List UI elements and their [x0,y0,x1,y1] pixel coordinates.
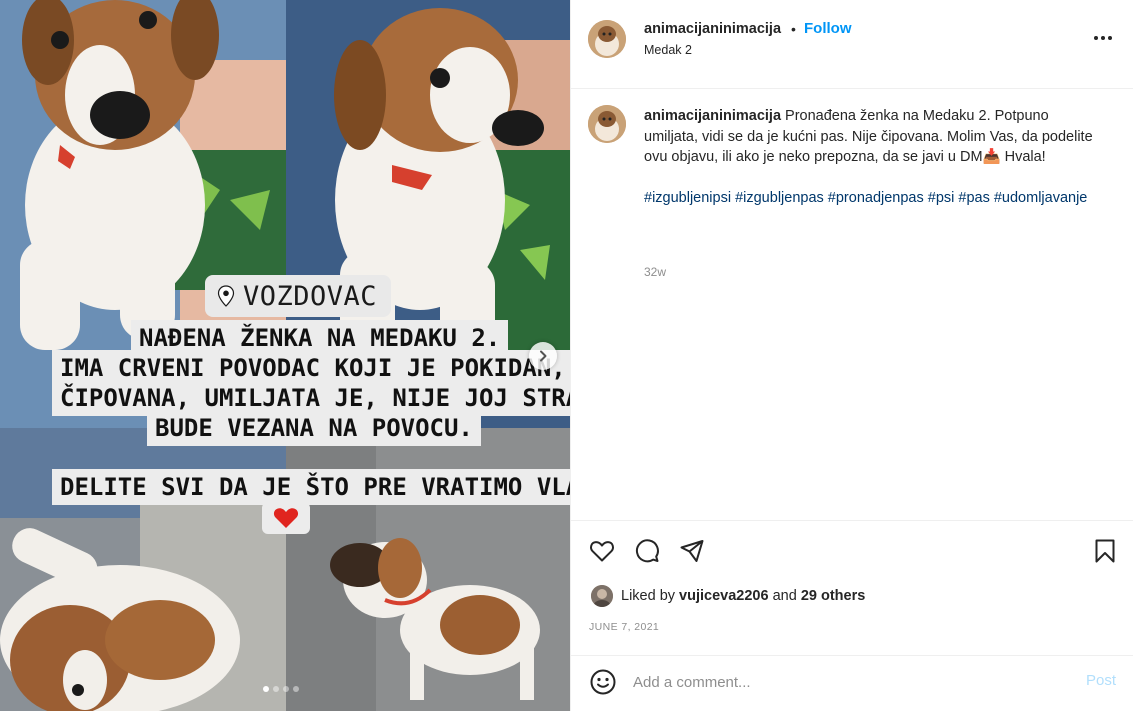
red-heart-icon [273,508,299,528]
post-location[interactable]: Medak 2 [644,43,692,57]
post-date: JUNE 7, 2021 [589,621,660,633]
liker-avatar[interactable] [591,585,613,607]
liker-username[interactable]: vujiceva2206 [679,588,769,604]
actions-area: Liked by vujiceva2206 and 29 others JUNE… [571,520,1133,655]
carousel-dot [263,686,269,692]
author-avatar-image [588,20,626,58]
likes-summary[interactable]: Liked by vujiceva2206 and 29 others [591,585,865,607]
caption-avatar-image [588,105,626,143]
header-separator: • [791,21,796,37]
heart-outline-icon[interactable] [589,538,615,564]
likes-conjunction: and [772,588,797,604]
bookmark-icon[interactable] [1092,538,1118,564]
map-pin-icon [217,285,235,307]
liker-avatar-image [591,585,613,607]
author-username[interactable]: animacijaninimacija [644,21,781,37]
chevron-right-icon [540,350,547,362]
carousel-indicator [263,686,299,692]
likes-others-count[interactable]: 29 others [801,588,865,604]
carousel-dot [273,686,279,692]
caption-age: 32w [644,265,667,279]
location-sticker-text: VOZDOVAC [243,280,378,312]
carousel-dot [293,686,299,692]
carousel-dot [283,686,289,692]
overlay-line: BUDE VEZANA NA POVOCU. [147,410,481,446]
post-header: animacijaninimacija • Follow Medak 2 [571,0,1133,89]
more-horizontal-icon[interactable] [1091,26,1115,50]
post-media[interactable]: VOZDOVAC NAĐENA ŽENKA NA MEDAKU 2. IMA C… [0,0,570,711]
caption-hashtags[interactable]: #izgubljenipsi #izgubljenpas #pronadjenp… [644,188,1099,209]
follow-button[interactable]: Follow [804,20,852,37]
carousel-next-button[interactable] [529,342,557,370]
post-details-panel: animacijaninimacija • Follow Medak 2 ani… [570,0,1133,711]
overlay-footer: DELITE SVI DA JE ŠTO PRE VRATIMO VLASNIK… [52,469,570,505]
emoji-icon[interactable] [589,668,617,696]
caption-username[interactable]: animacijaninimacija [644,108,781,124]
comment-input[interactable] [633,668,1053,696]
caption-text-container: animacijaninimacija Pronađena ženka na M… [644,106,1099,208]
caption-author-avatar[interactable] [588,105,626,143]
post-comment-button[interactable]: Post [1086,672,1116,689]
author-avatar[interactable] [588,20,626,58]
comment-bubble-icon[interactable] [634,538,660,564]
heart-sticker [262,502,310,534]
add-comment-bar: Post [571,655,1133,711]
paper-plane-icon[interactable] [679,538,705,564]
likes-prefix: Liked by [621,588,676,604]
location-sticker: VOZDOVAC [205,275,392,317]
